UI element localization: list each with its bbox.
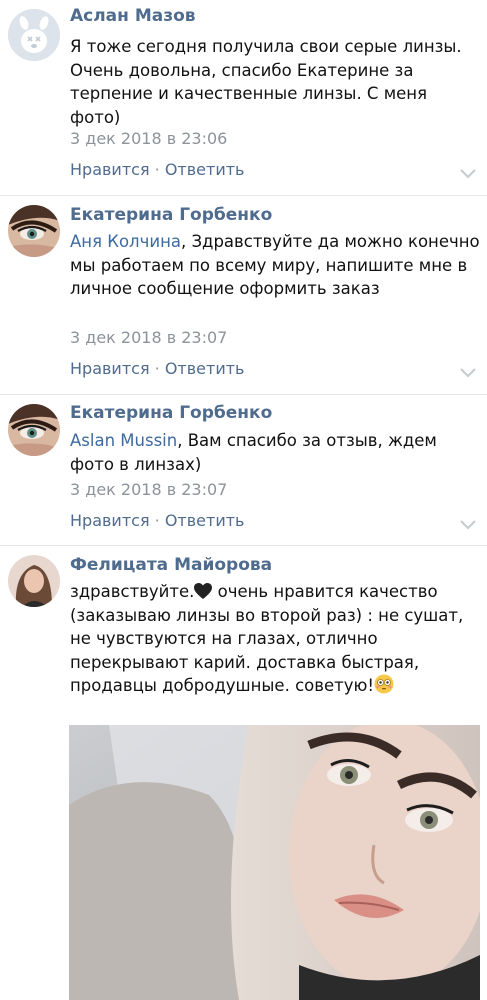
attached-photo[interactable] xyxy=(69,725,480,1000)
avatar-photo-icon xyxy=(8,205,60,257)
comment-date[interactable]: 3 дек 2018 в 23:07 xyxy=(70,480,227,499)
like-link[interactable]: Нравится xyxy=(70,160,150,179)
avatar[interactable] xyxy=(8,205,60,257)
action-separator: · xyxy=(149,160,165,179)
comment-date[interactable]: 3 дек 2018 в 23:07 xyxy=(70,328,227,347)
comment-actions: Нравится · Ответить xyxy=(70,160,244,179)
comment-text-content: здравствуйте. xyxy=(70,582,195,601)
comment-author[interactable]: Аслан Мазов xyxy=(70,6,196,26)
reply-link[interactable]: Ответить xyxy=(165,511,245,530)
comment-date[interactable]: 3 дек 2018 в 23:06 xyxy=(70,129,227,148)
avatar-photo-icon xyxy=(8,555,60,607)
comment-text: здравствуйте. очень нравится качество (з… xyxy=(70,580,480,698)
avatar[interactable] xyxy=(8,404,60,456)
chevron-down-icon[interactable] xyxy=(459,367,477,379)
avatar-photo-icon xyxy=(8,404,60,456)
black-heart-icon xyxy=(194,583,213,599)
divider xyxy=(0,545,487,546)
comment-text: Aslan Mussin, Вам спасибо за отзыв, ждем… xyxy=(70,429,480,476)
like-link[interactable]: Нравится xyxy=(70,511,150,530)
comment-author[interactable]: Екатерина Горбенко xyxy=(70,403,272,423)
reply-link[interactable]: Ответить xyxy=(165,160,245,179)
mention-link[interactable]: Аня Колчина xyxy=(70,232,181,251)
comment-text: Аня Колчина, Здравствуйте да можно конеч… xyxy=(70,230,480,301)
comment-actions: Нравится · Ответить xyxy=(70,359,244,378)
avatar[interactable] xyxy=(8,555,60,607)
action-separator: · xyxy=(149,511,165,530)
divider xyxy=(0,394,487,395)
photo-image xyxy=(69,725,480,1000)
chevron-down-icon[interactable] xyxy=(459,519,477,531)
avatar[interactable] xyxy=(8,9,60,61)
reply-link[interactable]: Ответить xyxy=(165,359,245,378)
like-link[interactable]: Нравится xyxy=(70,359,150,378)
mention-link[interactable]: Aslan Mussin xyxy=(70,431,177,450)
divider xyxy=(0,195,487,196)
flushed-face-emoji-icon xyxy=(374,674,394,694)
action-separator: · xyxy=(149,359,165,378)
chevron-down-icon[interactable] xyxy=(459,168,477,180)
comment-text: Я тоже сегодня получила свои серые линзы… xyxy=(70,37,462,127)
comment-author[interactable]: Фелицата Майорова xyxy=(70,555,272,575)
default-avatar-icon xyxy=(8,9,60,61)
comment-author[interactable]: Екатерина Горбенко xyxy=(70,205,272,225)
comment-actions: Нравится · Ответить xyxy=(70,511,244,530)
